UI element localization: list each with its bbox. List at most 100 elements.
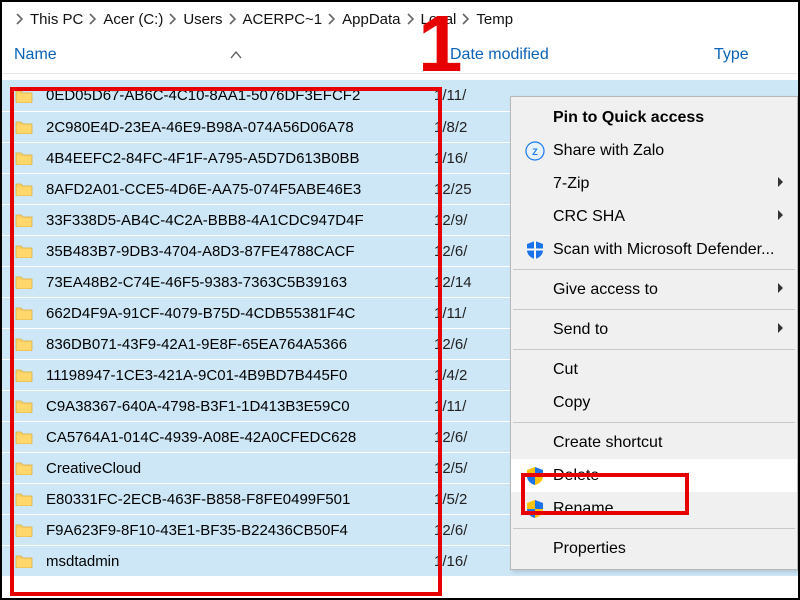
ctx-create-shortcut[interactable]: Create shortcut xyxy=(511,426,797,459)
ctx-delete[interactable]: Delete xyxy=(511,459,797,492)
file-date: 1/11/ xyxy=(434,398,466,415)
folder-icon xyxy=(14,520,34,540)
uac-shield-icon xyxy=(521,497,549,521)
ctx-crc-sha[interactable]: CRC SHA xyxy=(511,200,797,233)
breadcrumb: This PC Acer (C:) Users ACERPC~1 AppData… xyxy=(2,2,798,36)
zalo-icon: Z xyxy=(521,139,549,163)
file-date: 1/16/ xyxy=(434,150,467,167)
breadcrumb-item[interactable]: AppData xyxy=(342,11,400,28)
folder-icon xyxy=(14,551,34,571)
folder-icon xyxy=(14,272,34,292)
column-date[interactable]: Date modified xyxy=(450,46,714,64)
context-menu: Pin to Quick access Z Share with Zalo 7-… xyxy=(510,96,798,570)
ctx-share-zalo[interactable]: Z Share with Zalo xyxy=(511,134,797,167)
folder-icon xyxy=(14,210,34,230)
folder-icon xyxy=(14,396,34,416)
file-date: 12/9/ xyxy=(434,212,467,229)
submenu-arrow-icon xyxy=(777,281,785,299)
file-name: 73EA48B2-C74E-46F5-9383-7363C5B39163 xyxy=(46,274,347,291)
folder-icon xyxy=(14,86,34,106)
file-date: 1/8/2 xyxy=(434,119,467,136)
folder-icon xyxy=(14,458,34,478)
breadcrumb-item[interactable]: Acer (C:) xyxy=(103,11,163,28)
chevron-right-icon xyxy=(462,13,470,25)
submenu-arrow-icon xyxy=(777,208,785,226)
menu-separator xyxy=(513,269,795,270)
menu-separator xyxy=(513,349,795,350)
file-name: 33F338D5-AB4C-4C2A-BBB8-4A1CDC947D4F xyxy=(46,212,364,229)
file-date: 1/5/2 xyxy=(434,491,467,508)
file-name: E80331FC-2ECB-463F-B858-F8FE0499F501 xyxy=(46,491,350,508)
chevron-right-icon xyxy=(328,13,336,25)
svg-text:Z: Z xyxy=(532,147,538,157)
breadcrumb-item[interactable]: Temp xyxy=(476,11,513,28)
file-name: 11198947-1CE3-421A-9C01-4B9BD7B445F0 xyxy=(46,367,347,384)
blank-icon xyxy=(521,358,549,382)
folder-icon xyxy=(14,241,34,261)
blank-icon xyxy=(521,318,549,342)
blank-icon xyxy=(521,106,549,130)
ctx-cut[interactable]: Cut xyxy=(511,353,797,386)
blank-icon xyxy=(521,278,549,302)
file-name: 8AFD2A01-CCE5-4D6E-AA75-074F5ABE46E3 xyxy=(46,181,361,198)
column-type[interactable]: Type xyxy=(714,46,788,64)
folder-icon xyxy=(14,489,34,509)
file-name: F9A623F9-8F10-43E1-BF35-B22436CB50F4 xyxy=(46,522,348,539)
folder-icon xyxy=(14,365,34,385)
uac-shield-icon xyxy=(521,464,549,488)
file-name: 2C980E4D-23EA-46E9-B98A-074A56D06A78 xyxy=(46,119,354,136)
folder-icon xyxy=(14,117,34,137)
file-name: 836DB071-43F9-42A1-9E8F-65EA764A5366 xyxy=(46,336,347,353)
file-date: 1/4/2 xyxy=(434,367,467,384)
blank-icon xyxy=(521,391,549,415)
chevron-right-icon xyxy=(169,13,177,25)
file-date: 12/14 xyxy=(434,274,472,291)
folder-icon xyxy=(14,179,34,199)
ctx-scan-defender[interactable]: Scan with Microsoft Defender... xyxy=(511,233,797,266)
ctx-7zip[interactable]: 7-Zip xyxy=(511,167,797,200)
blank-icon xyxy=(521,537,549,561)
column-name[interactable]: Name xyxy=(14,46,450,64)
ctx-properties[interactable]: Properties xyxy=(511,532,797,565)
chevron-right-icon xyxy=(407,13,415,25)
file-name: CreativeCloud xyxy=(46,460,141,477)
file-name: C9A38367-640A-4798-B3F1-1D413B3E59C0 xyxy=(46,398,350,415)
column-header: Name Date modified Type xyxy=(2,36,798,74)
folder-icon xyxy=(14,303,34,323)
file-date: 12/6/ xyxy=(434,522,467,539)
ctx-send-to[interactable]: Send to xyxy=(511,313,797,346)
breadcrumb-item[interactable]: This PC xyxy=(30,11,83,28)
file-name: CA5764A1-014C-4939-A08E-42A0CFEDC628 xyxy=(46,429,356,446)
file-date: 12/6/ xyxy=(434,429,467,446)
shield-icon xyxy=(521,238,549,262)
file-name: 35B483B7-9DB3-4704-A8D3-87FE4788CACF xyxy=(46,243,355,260)
breadcrumb-item[interactable]: Users xyxy=(183,11,222,28)
folder-icon xyxy=(14,148,34,168)
submenu-arrow-icon xyxy=(777,175,785,193)
folder-icon xyxy=(14,334,34,354)
file-name: 662D4F9A-91CF-4079-B75D-4CDB55381F4C xyxy=(46,305,355,322)
ctx-copy[interactable]: Copy xyxy=(511,386,797,419)
annotation-number-1: 1 xyxy=(418,0,463,90)
file-date: 12/6/ xyxy=(434,336,467,353)
menu-separator xyxy=(513,422,795,423)
breadcrumb-item[interactable]: ACERPC~1 xyxy=(243,11,323,28)
file-name: 4B4EEFC2-84FC-4F1F-A795-A5D7D613B0BB xyxy=(46,150,359,167)
ctx-pin-quick-access[interactable]: Pin to Quick access xyxy=(511,101,797,134)
submenu-arrow-icon xyxy=(777,321,785,339)
file-name: msdtadmin xyxy=(46,553,119,570)
chevron-right-icon xyxy=(16,13,24,25)
file-date: 1/11/ xyxy=(434,305,466,322)
file-date: 12/25 xyxy=(434,181,472,198)
blank-icon xyxy=(521,431,549,455)
chevron-right-icon xyxy=(229,13,237,25)
folder-icon xyxy=(14,427,34,447)
menu-separator xyxy=(513,309,795,310)
sort-ascending-icon xyxy=(227,46,245,64)
ctx-rename[interactable]: Rename xyxy=(511,492,797,525)
file-name: 0ED05D67-AB6C-4C10-8AA1-5076DF3EFCF2 xyxy=(46,87,360,104)
file-date: 12/6/ xyxy=(434,243,467,260)
ctx-give-access[interactable]: Give access to xyxy=(511,273,797,306)
chevron-right-icon xyxy=(89,13,97,25)
file-date: 1/16/ xyxy=(434,553,467,570)
